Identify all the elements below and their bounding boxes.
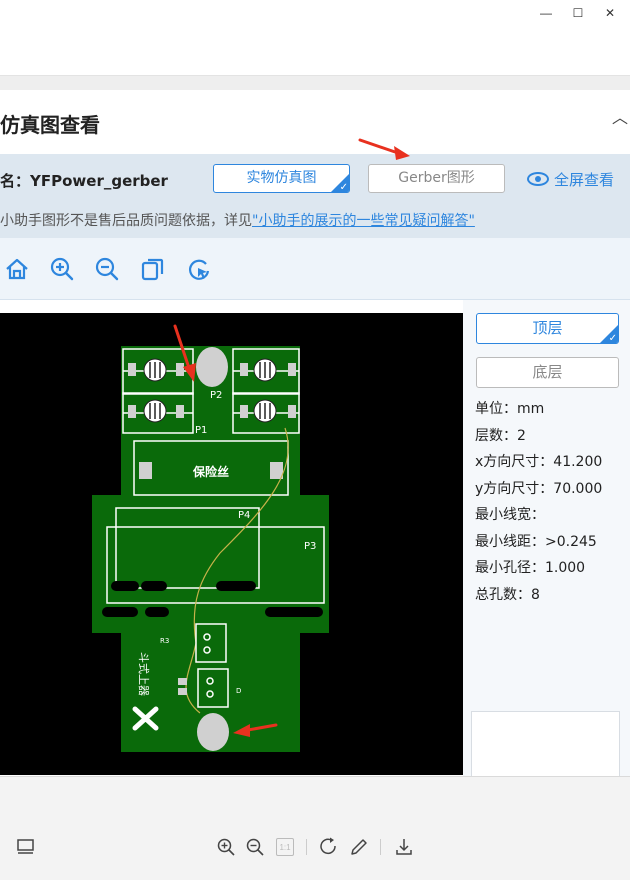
edit-icon[interactable] [349,837,369,857]
bottom-toolbar: 1:1 [0,776,630,880]
divider [306,839,307,855]
layout-icon[interactable] [16,837,36,857]
actual-size-icon[interactable]: 1:1 [276,838,294,856]
download-icon[interactable] [394,837,414,857]
divider [380,839,381,855]
annotation-arrow-hole-bottom [233,723,278,737]
annotation-overlay [173,138,410,737]
annotation-arrow-gerber [358,138,410,160]
zoom-out-icon[interactable] [245,837,265,857]
annotation-arrow-hole-top [173,324,196,382]
rotate-icon[interactable] [319,837,339,857]
zoom-in-icon[interactable] [216,837,236,857]
